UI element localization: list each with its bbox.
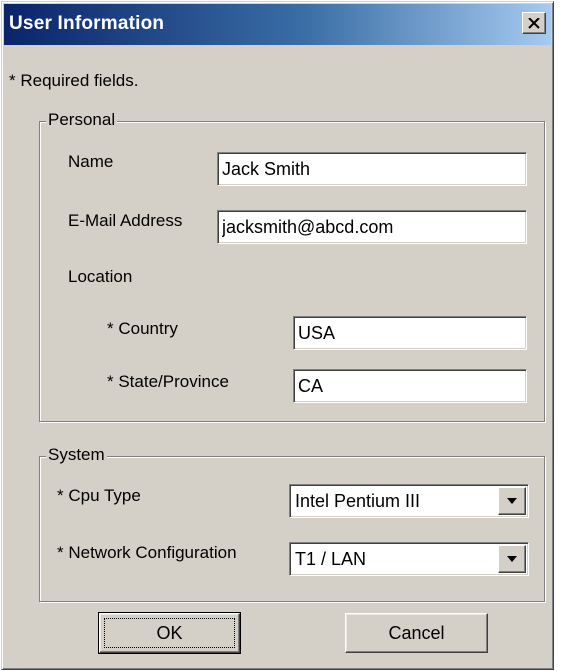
close-button[interactable] — [522, 12, 546, 34]
ok-button[interactable]: OK — [98, 612, 241, 654]
system-group-legend: System — [46, 445, 107, 465]
name-field[interactable] — [217, 152, 527, 186]
cpu-type-value: Intel Pentium III — [295, 491, 421, 511]
location-label: Location — [68, 267, 133, 286]
email-field[interactable] — [217, 210, 527, 244]
network-configuration-value: T1 / LAN — [295, 549, 367, 569]
state-province-field[interactable] — [293, 369, 527, 403]
cpu-type-dropdown-arrow[interactable] — [498, 487, 526, 515]
network-configuration-label: * Network Configuration — [57, 543, 237, 562]
network-configuration-dropdown-arrow[interactable] — [498, 545, 526, 573]
close-icon — [528, 17, 540, 29]
chevron-down-icon — [507, 555, 517, 562]
country-field[interactable] — [293, 316, 527, 350]
country-label: * Country — [107, 319, 178, 338]
title-bar[interactable]: User Information — [4, 4, 551, 45]
ok-button-focus-ring — [104, 618, 235, 648]
state-province-label: * State/Province — [107, 372, 229, 391]
email-label: E-Mail Address — [68, 211, 183, 230]
required-fields-note: * Required fields. — [9, 71, 139, 90]
personal-group-legend: Personal — [46, 110, 118, 130]
cancel-button[interactable]: Cancel — [345, 613, 488, 653]
name-label: Name — [68, 152, 114, 171]
dialog-title: User Information — [9, 13, 165, 34]
chevron-down-icon — [507, 497, 517, 504]
cpu-type-dropdown[interactable]: Intel Pentium III — [289, 484, 529, 518]
cpu-type-label: * Cpu Type — [57, 486, 141, 505]
network-configuration-dropdown[interactable]: T1 / LAN — [289, 542, 529, 576]
cancel-button-label: Cancel — [388, 622, 445, 643]
user-information-dialog: User Information * Required fields. Pers… — [1, 1, 554, 670]
system-group — [39, 456, 545, 602]
